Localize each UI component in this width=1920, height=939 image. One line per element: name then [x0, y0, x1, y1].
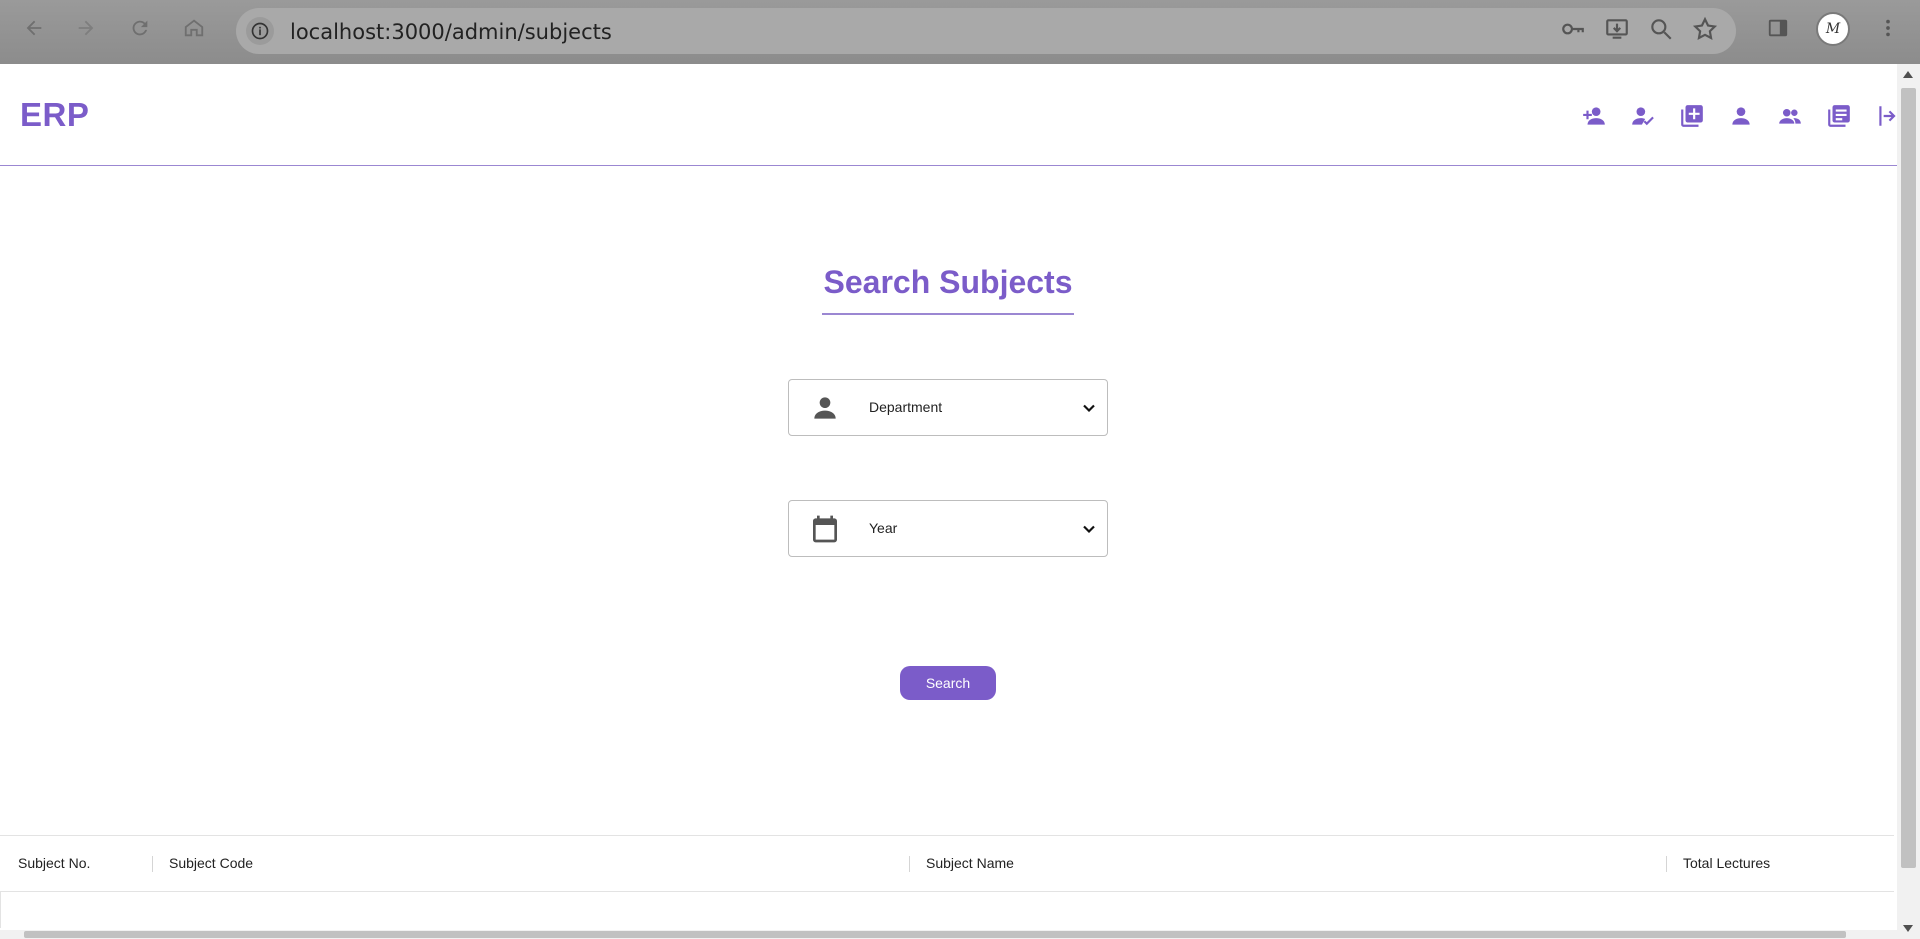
scroll-up-icon[interactable] [1903, 71, 1913, 78]
app-header: ERP [0, 64, 1897, 166]
install-app-icon[interactable] [1604, 16, 1630, 47]
add-box-icon[interactable] [1676, 100, 1707, 131]
library-books-icon[interactable] [1823, 100, 1854, 131]
search-button[interactable]: Search [900, 666, 996, 700]
scroll-down-icon[interactable] [1903, 925, 1913, 932]
avatar-initial: M [1825, 21, 1841, 37]
bookmark-star-icon[interactable] [1692, 16, 1718, 47]
subjects-table-header: Subject No. Subject Code Subject Name To… [0, 835, 1894, 892]
subjects-table-body [0, 892, 1894, 928]
profile-avatar[interactable]: M [1816, 12, 1850, 46]
key-icon[interactable] [1560, 16, 1586, 47]
column-header-subject-no[interactable]: Subject No. [18, 855, 90, 871]
column-header-total-lectures[interactable]: Total Lectures [1683, 855, 1770, 871]
person-icon [809, 392, 841, 424]
column-header-subject-code[interactable]: Subject Code [169, 855, 253, 871]
column-separator[interactable] [909, 856, 910, 872]
url-text[interactable]: localhost:3000/admin/subjects [290, 20, 612, 44]
header-nav [1578, 100, 1903, 131]
column-separator[interactable] [152, 856, 153, 872]
people-icon[interactable] [1774, 100, 1805, 131]
department-select[interactable]: Department [788, 379, 1108, 436]
person-icon[interactable] [1725, 100, 1756, 131]
browser-toolbar: localhost:3000/admin/subjects M [0, 0, 1920, 64]
column-separator[interactable] [1666, 856, 1667, 872]
back-icon[interactable] [18, 12, 50, 44]
chevron-down-icon [1079, 519, 1099, 539]
add-user-icon[interactable] [1578, 100, 1609, 131]
page-title: Search Subjects [822, 264, 1074, 315]
chevron-down-icon [1079, 398, 1099, 418]
address-bar[interactable]: localhost:3000/admin/subjects [236, 8, 1736, 54]
horizontal-scrollbar[interactable] [0, 930, 1897, 939]
reload-icon[interactable] [124, 12, 156, 44]
vertical-scrollbar[interactable] [1897, 64, 1920, 939]
year-select[interactable]: Year [788, 500, 1108, 557]
year-select-value: Year [869, 520, 898, 536]
zoom-icon[interactable] [1648, 16, 1674, 47]
brand-logo[interactable]: ERP [20, 96, 89, 134]
department-select-value: Department [869, 399, 943, 415]
calendar-icon [809, 513, 841, 545]
vertical-scrollbar-thumb[interactable] [1901, 88, 1916, 868]
side-panel-icon[interactable] [1762, 12, 1794, 44]
forward-icon[interactable] [70, 12, 102, 44]
menu-icon[interactable] [1872, 12, 1904, 44]
site-info-icon[interactable] [246, 17, 274, 45]
home-icon[interactable] [178, 12, 210, 44]
column-header-subject-name[interactable]: Subject Name [926, 855, 1014, 871]
horizontal-scrollbar-thumb[interactable] [24, 931, 1846, 938]
user-check-icon[interactable] [1627, 100, 1658, 131]
main-content: Search Subjects Department Year Search S… [0, 166, 1897, 939]
